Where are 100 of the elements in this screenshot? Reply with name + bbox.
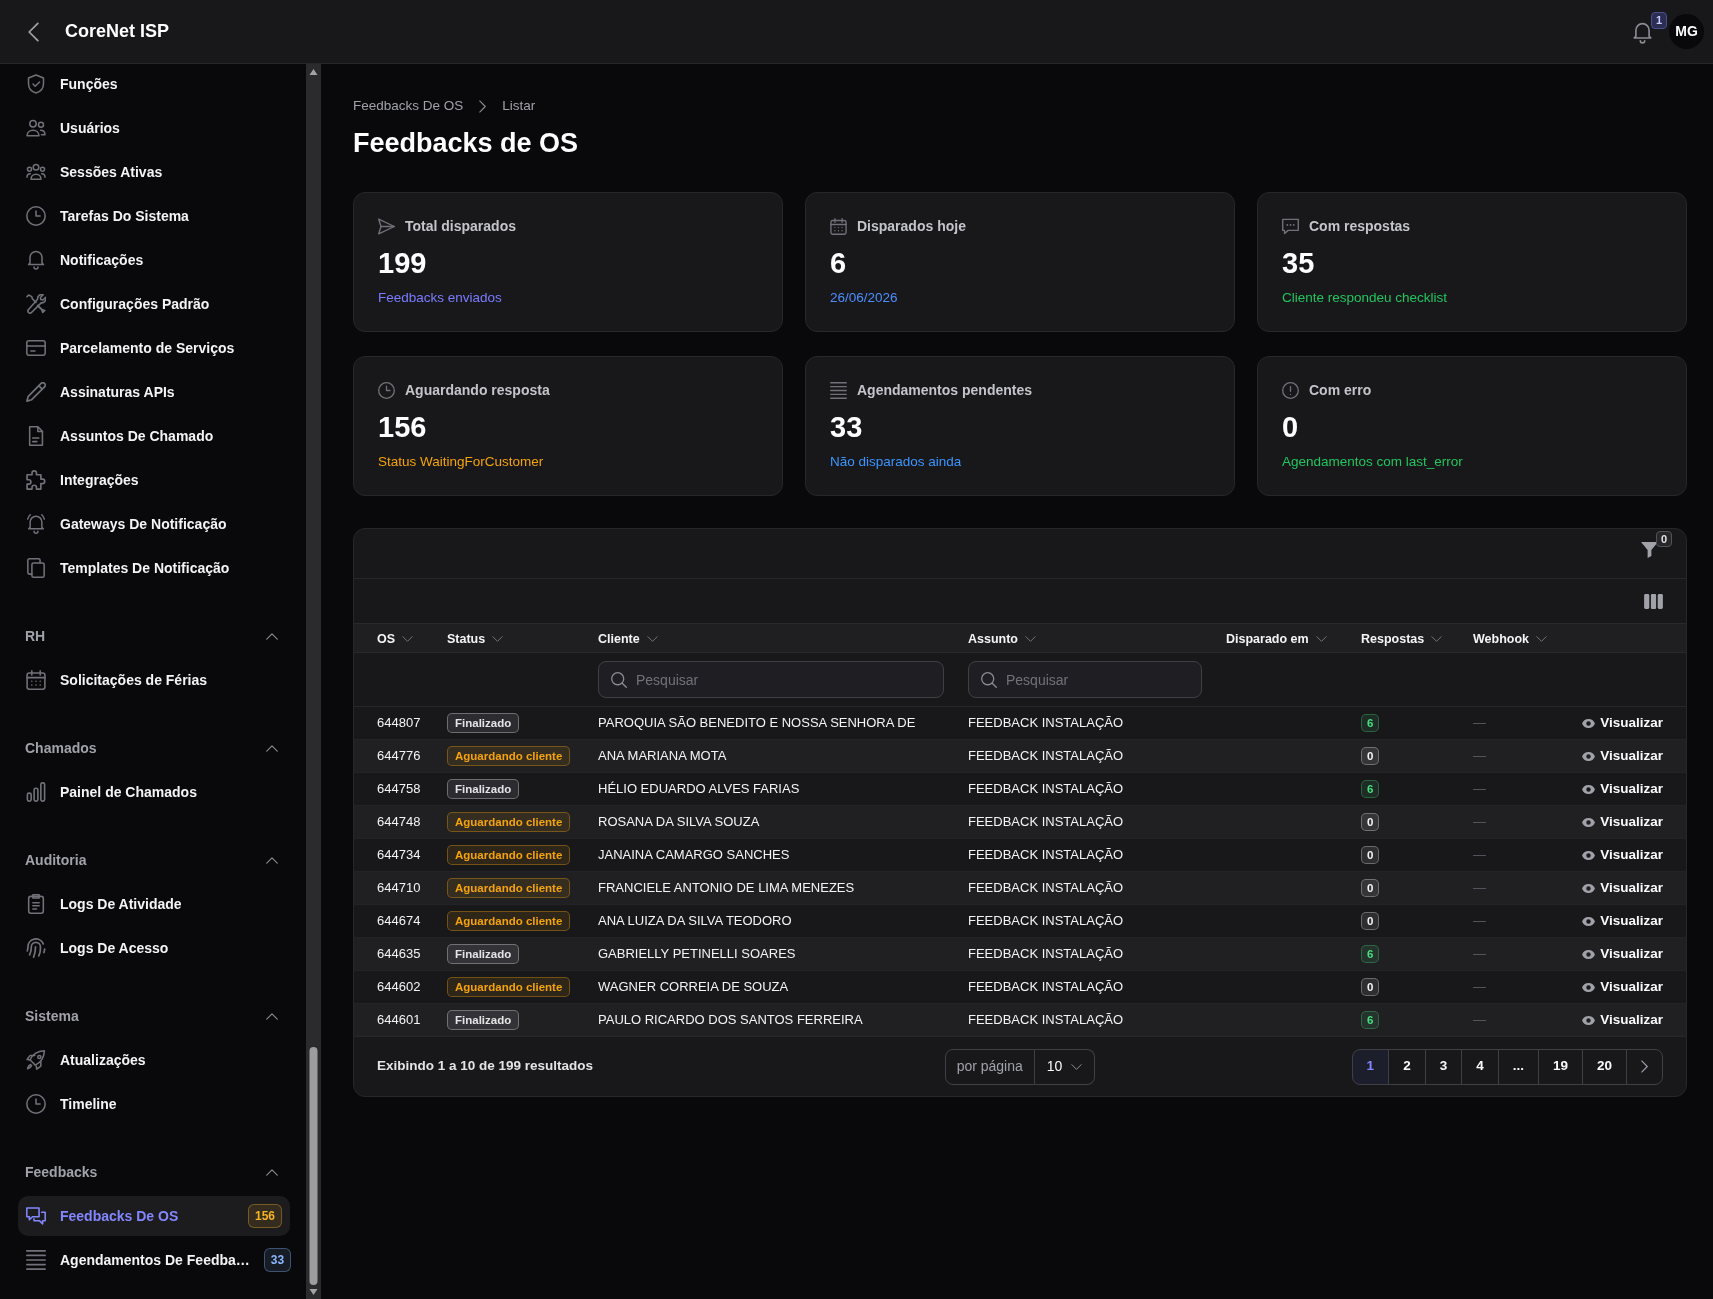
calendar-icon <box>26 670 46 690</box>
page-button[interactable]: 3 <box>1424 1048 1463 1085</box>
chat-bubbles-icon <box>26 1206 46 1226</box>
sidebar-item[interactable]: Agendamentos De Feedba… 33 <box>18 1240 290 1280</box>
status-badge: Aguardando cliente <box>447 977 571 997</box>
filter-button[interactable]: 0 <box>1640 529 1672 569</box>
column-header[interactable]: Disparado em <box>1226 630 1327 649</box>
page-button[interactable]: 1 <box>1351 1048 1390 1085</box>
sidebar-item[interactable]: Sessões Ativas <box>18 152 171 192</box>
sidebar-item[interactable]: Tarefas Do Sistema <box>18 196 197 236</box>
sidebar-item[interactable]: Assinaturas APIs <box>18 372 183 412</box>
bell-icon <box>1632 21 1652 44</box>
stat-value: 6 <box>830 246 847 280</box>
sidebar-item[interactable]: Timeline <box>18 1084 125 1124</box>
count-badge: 0 <box>1361 879 1380 898</box>
view-link[interactable]: Visualizar <box>1582 877 1663 899</box>
column-header[interactable]: Respostas <box>1361 630 1443 649</box>
view-link[interactable]: Visualizar <box>1582 1009 1663 1031</box>
view-link[interactable]: Visualizar <box>1582 943 1663 965</box>
eye-icon <box>1582 883 1596 893</box>
column-header[interactable]: Webhook <box>1473 630 1548 649</box>
page-button[interactable]: 2 <box>1388 1048 1426 1085</box>
scrollbar[interactable] <box>306 64 321 1299</box>
status-badge: Aguardando cliente <box>447 845 571 865</box>
breadcrumb-current: Listar <box>502 97 536 115</box>
column-header[interactable]: Assunto <box>968 630 1036 649</box>
chevron-down-icon <box>492 636 504 643</box>
chat-bubble-icon <box>1282 217 1299 235</box>
columns-button[interactable] <box>1644 593 1663 609</box>
table-cell-text: 644710 <box>376 879 422 898</box>
sidebar-item[interactable]: Usuários <box>18 108 128 148</box>
sidebar-item[interactable]: Funções <box>18 64 126 104</box>
status-badge: Aguardando cliente <box>447 746 571 766</box>
page-button[interactable]: ... <box>1497 1048 1539 1085</box>
chevron-left-icon <box>28 21 39 42</box>
status-badge: Aguardando cliente <box>447 911 571 931</box>
section-header[interactable]: Auditoria <box>18 840 290 880</box>
chevron-down-icon <box>646 636 658 643</box>
search-field[interactable]: Pesquisar <box>598 661 944 698</box>
sidebar-item[interactable]: Assuntos De Chamado <box>18 416 222 456</box>
sidebar-item[interactable]: Configurações Padrão <box>18 284 218 324</box>
sidebar-item[interactable]: Logs De Acesso <box>18 928 177 968</box>
chevron-right-icon <box>479 99 487 113</box>
stat-title: Com respostas <box>1309 216 1411 236</box>
view-link[interactable]: Visualizar <box>1582 910 1663 932</box>
table-cell-text: FEEDBACK INSTALAÇÃO <box>967 879 1125 898</box>
count-badge: 6 <box>1361 780 1380 799</box>
clock-icon <box>378 381 395 399</box>
view-link[interactable]: Visualizar <box>1582 745 1663 767</box>
avatar[interactable]: MG <box>1669 14 1704 49</box>
stat-title: Aguardando resposta <box>405 380 550 400</box>
breadcrumb-link[interactable]: Feedbacks De OS <box>353 96 464 116</box>
user-group-icon <box>26 162 46 182</box>
page-button[interactable]: 19 <box>1537 1048 1583 1085</box>
section-header[interactable]: Feedbacks <box>18 1152 290 1192</box>
notification-count-badge: 1 <box>1650 11 1667 29</box>
page-button[interactable]: 4 <box>1461 1048 1499 1085</box>
view-link[interactable]: Visualizar <box>1582 811 1663 833</box>
funnel-icon <box>1640 542 1658 558</box>
stat-note: Status WaitingForCustomer <box>378 453 544 471</box>
per-page-select[interactable]: 10 <box>1034 1048 1096 1085</box>
pages-icon <box>26 558 46 578</box>
notifications-button[interactable]: 1 <box>1632 11 1667 52</box>
search-field[interactable]: Pesquisar <box>968 661 1202 698</box>
sidebar-item[interactable]: Integrações <box>18 460 147 500</box>
table-cell-text: — <box>1472 978 1487 997</box>
users-icon <box>26 118 46 138</box>
sidebar-item[interactable]: Logs De Atividade <box>18 884 190 924</box>
app-title: CoreNet ISP <box>65 20 170 43</box>
sidebar-item[interactable]: Painel de Chamados <box>18 772 205 812</box>
per-page-label: por página <box>944 1048 1035 1085</box>
stat-note: Agendamentos com last_error <box>1282 453 1463 471</box>
sidebar-item[interactable]: Templates De Notificação <box>18 548 238 588</box>
column-header[interactable]: OS <box>377 630 414 649</box>
eye-icon <box>1582 949 1596 959</box>
back-button[interactable] <box>28 21 39 42</box>
results-summary: Exibindo 1 a 10 de 199 resultados <box>377 1057 594 1076</box>
lines-icon <box>26 1250 46 1270</box>
sidebar-item[interactable]: Atualizações <box>18 1040 154 1080</box>
column-header[interactable]: Status <box>447 630 504 649</box>
sidebar-item[interactable]: Solicitações de Férias <box>18 660 216 700</box>
sidebar-item[interactable]: Parcelamento de Serviços <box>18 328 243 368</box>
paper-plane-icon <box>378 217 395 235</box>
view-link[interactable]: Visualizar <box>1582 976 1663 998</box>
view-link[interactable]: Visualizar <box>1582 712 1663 734</box>
sidebar-item[interactable]: Notificações <box>18 240 152 280</box>
sidebar-item[interactable]: Gateways De Notificação <box>18 504 235 544</box>
table-cell-text: FEEDBACK INSTALAÇÃO <box>967 945 1125 964</box>
sidebar-item[interactable]: Feedbacks De OS 156 <box>18 1196 290 1236</box>
status-badge: Finalizado <box>447 944 520 964</box>
view-link[interactable]: Visualizar <box>1582 844 1663 866</box>
section-header[interactable]: Chamados <box>18 728 290 768</box>
shield-check-icon <box>26 74 46 94</box>
page-button[interactable]: 20 <box>1581 1048 1627 1085</box>
column-header[interactable]: Cliente <box>598 630 658 649</box>
view-link[interactable]: Visualizar <box>1582 778 1663 800</box>
chevron-down-icon <box>1025 636 1036 643</box>
table-cell-text: 644635 <box>376 945 422 964</box>
section-header[interactable]: Sistema <box>18 996 290 1036</box>
section-header[interactable]: RH <box>18 616 290 656</box>
